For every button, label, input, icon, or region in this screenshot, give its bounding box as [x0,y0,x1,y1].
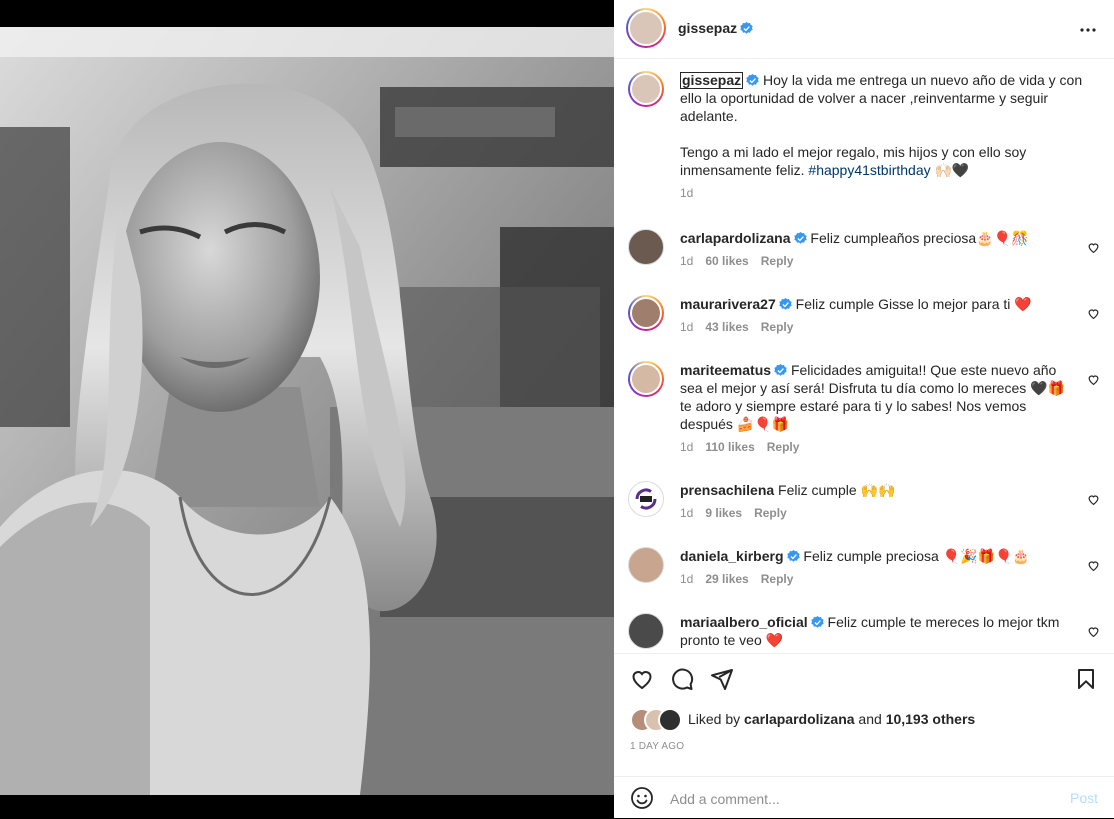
comment-body: carlapardolizana Feliz cumpleaños precio… [680,229,1072,269]
comment-text: Feliz cumple Gisse lo mejor para ti ❤️ [795,296,1032,312]
like-icon[interactable] [630,667,654,691]
comment-icon[interactable] [670,667,694,691]
comment-body: mariteematus Felicidades amiguita!! Que … [680,361,1072,455]
comment-username[interactable]: daniela_kirberg [680,548,784,564]
post-comment-button[interactable]: Post [1070,790,1098,806]
comment-avatar[interactable] [628,229,664,265]
verified-badge-icon [793,232,807,244]
comment-username[interactable]: mariaalbero_oficial [680,614,808,630]
likes-middle: and [854,711,886,727]
comment-time[interactable]: 1d [680,572,693,586]
share-icon[interactable] [710,667,734,691]
comment-username[interactable]: mariteematus [680,362,771,378]
caption-emoji: 🙌🏻🖤 [934,162,970,178]
post-actions [614,654,1114,704]
comment-likes[interactable]: 9 likes [705,506,742,520]
post-photo[interactable] [0,27,614,795]
liker-avatar[interactable] [658,708,682,732]
liked-by-user[interactable]: carlapardolizana [744,711,855,727]
comment-like-heart-icon[interactable] [1087,373,1100,386]
reply-button[interactable]: Reply [754,506,787,520]
comment-like-heart-icon[interactable] [1087,625,1100,638]
reply-button[interactable]: Reply [767,440,800,454]
comment-text: Feliz cumpleaños preciosa🎂🎈🎊 [810,230,1029,246]
author-username[interactable]: gissepaz [678,20,753,36]
verified-badge-icon [786,550,800,562]
comment-likes[interactable]: 110 likes [705,440,754,454]
comment-input[interactable] [668,785,1032,813]
comment-like-heart-icon[interactable] [1087,241,1100,254]
post-timestamp[interactable]: 1 DAY AGO [630,741,684,752]
likes-summary: Liked by carlapardolizana and 10,193 oth… [630,708,1100,732]
verified-badge-icon [779,298,792,310]
comment-like-heart-icon[interactable] [1087,307,1100,320]
caption-avatar[interactable] [628,71,664,107]
comment-body: daniela_kirberg Feliz cumple preciosa 🎈🎉… [680,547,1072,587]
comment-text: Feliz cumple preciosa 🎈🎉🎁🎈🎂 [803,548,1030,564]
verified-badge-icon [746,74,759,86]
reply-button[interactable]: Reply [761,254,794,268]
comment-avatar[interactable] [628,613,664,649]
likes-prefix: Liked by [688,711,745,727]
comment-avatar[interactable] [628,361,664,397]
comment-time[interactable]: 1d [680,254,693,268]
post-side-panel: gissepaz gissepaz Hoy la vida me entrega… [614,0,1114,818]
comment-likes[interactable]: 29 likes [705,572,748,586]
comment-body: prensachilena Feliz cumple 🙌🙌 1d 9 likes R… [680,481,1072,521]
verified-badge-icon [740,22,753,34]
comments-list[interactable]: gissepaz Hoy la vida me entrega un nuevo… [614,59,1114,654]
photo-pane [0,0,614,818]
comment-avatar[interactable] [628,295,664,331]
caption-username[interactable]: gissepaz [680,72,744,89]
caption-time[interactable]: 1d [680,186,693,200]
comment-username[interactable]: carlapardolizana [680,230,791,246]
comment-likes[interactable]: 60 likes [705,254,748,268]
save-icon[interactable] [1074,667,1098,691]
caption-hashtag[interactable]: #happy41stbirthday [808,162,930,178]
author-avatar[interactable] [626,8,666,48]
reply-button[interactable]: Reply [761,572,794,586]
more-horizontal-icon[interactable] [1076,18,1100,42]
comment-username[interactable]: prensachilena [680,482,774,498]
comment-time[interactable]: 1d [680,440,693,454]
comment-time[interactable]: 1d [680,506,693,520]
caption-body: gissepaz Hoy la vida me entrega un nuevo… [680,71,1090,201]
comment-avatar[interactable] [628,481,664,517]
verified-badge-icon [810,616,824,628]
likes-text: Liked by carlapardolizana and 10,193 oth… [688,711,975,727]
prensachilena-logo-icon [635,488,657,510]
comment-like-heart-icon[interactable] [1087,559,1100,572]
comment-body: maurarivera27 Feliz cumple Gisse lo mejo… [680,295,1072,335]
comment-avatar[interactable] [628,547,664,583]
comment-likes[interactable]: 43 likes [705,320,748,334]
comment-body: mariaalbero_oficial Feliz cumple te mere… [680,613,1072,649]
verified-badge-icon [774,364,787,376]
post-header: gissepaz [614,0,1114,59]
comment-time[interactable]: 1d [680,320,693,334]
post-photo-image [0,27,614,795]
comment-username[interactable]: maurarivera27 [680,296,776,312]
reply-button[interactable]: Reply [761,320,794,334]
comment-text: Feliz cumple 🙌🙌 [778,482,896,498]
likes-others[interactable]: 10,193 others [886,711,976,727]
comment-like-heart-icon[interactable] [1087,493,1100,506]
emoji-icon[interactable] [630,786,654,810]
add-comment-bar: Post [614,776,1114,819]
